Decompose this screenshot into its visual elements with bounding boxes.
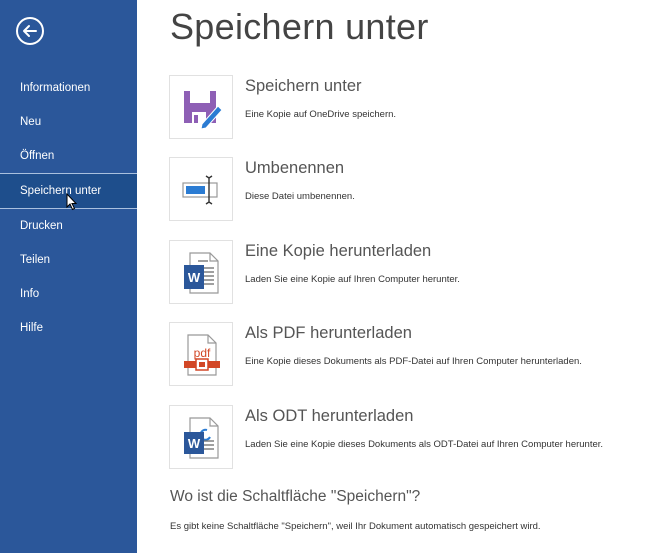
- sidebar: Informationen Neu Öffnen Speichern unter…: [0, 0, 137, 553]
- help-description: Es gibt keine Schaltfläche "Speichern", …: [170, 521, 541, 532]
- sidebar-item-hilfe[interactable]: Hilfe: [0, 311, 137, 345]
- option-description: Eine Kopie dieses Dokuments als PDF-Date…: [245, 356, 582, 367]
- option-download-pdf[interactable]: pdf Als PDF herunterladen Eine Kopie die…: [169, 322, 639, 388]
- option-download-odt[interactable]: W Als ODT herunterladen Laden Sie eine K…: [169, 405, 639, 471]
- svg-text:W: W: [188, 270, 201, 285]
- rename-icon: [182, 175, 218, 205]
- option-description: Laden Sie eine Kopie auf Ihren Computer …: [245, 274, 460, 285]
- option-title: Als ODT herunterladen: [245, 407, 414, 425]
- page-title: Speichern unter: [170, 6, 429, 47]
- main-content: Speichern unter Speichern unter Eine Kop…: [137, 0, 650, 553]
- option-title: Eine Kopie herunterladen: [245, 242, 432, 260]
- option-description: Eine Kopie auf OneDrive speichern.: [245, 109, 397, 120]
- option-tile: W: [169, 240, 233, 304]
- option-tile: [169, 75, 233, 139]
- svg-text:pdf: pdf: [194, 346, 211, 360]
- odt-document-icon: W: [184, 417, 219, 459]
- word-document-icon: W: [184, 252, 219, 294]
- mouse-pointer-icon: [66, 193, 78, 211]
- option-save-as[interactable]: Speichern unter Eine Kopie auf OneDrive …: [169, 75, 639, 141]
- option-rename[interactable]: Umbenennen Diese Datei umbenennen.: [169, 157, 639, 223]
- option-tile: W: [169, 405, 233, 469]
- sidebar-item-informationen[interactable]: Informationen: [0, 71, 137, 105]
- pdf-document-icon: pdf: [184, 334, 220, 376]
- svg-text:W: W: [188, 436, 201, 451]
- sidebar-item-oeffnen[interactable]: Öffnen: [0, 139, 137, 173]
- option-title: Umbenennen: [245, 159, 345, 177]
- save-as-floppy-pencil-icon: [184, 91, 223, 130]
- sidebar-item-drucken[interactable]: Drucken: [0, 209, 137, 243]
- back-arrow-circle-icon: [16, 17, 44, 45]
- sidebar-item-teilen[interactable]: Teilen: [0, 243, 137, 277]
- option-tile: [169, 157, 233, 221]
- option-title: Speichern unter: [245, 77, 362, 95]
- back-button[interactable]: [15, 16, 45, 46]
- option-description: Diese Datei umbenennen.: [245, 191, 355, 202]
- option-download-copy[interactable]: W Eine Kopie herunterladen Laden Sie ein…: [169, 240, 639, 306]
- option-title: Als PDF herunterladen: [245, 324, 412, 342]
- sidebar-item-info[interactable]: Info: [0, 277, 137, 311]
- sidebar-item-neu[interactable]: Neu: [0, 105, 137, 139]
- option-description: Laden Sie eine Kopie dieses Dokuments al…: [245, 439, 604, 450]
- help-heading: Wo ist die Schaltfläche "Speichern"?: [170, 488, 421, 505]
- option-tile: pdf: [169, 322, 233, 386]
